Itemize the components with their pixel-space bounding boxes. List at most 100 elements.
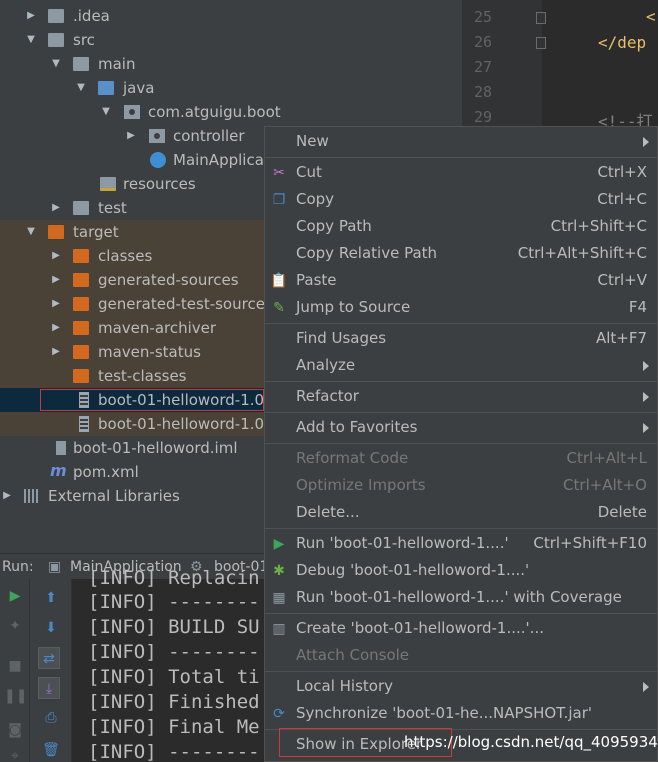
chevron-right-icon[interactable]: ▶ xyxy=(24,4,38,28)
tree-item-label: .idea xyxy=(73,7,110,25)
chevron-right-icon[interactable]: ▶ xyxy=(0,484,14,508)
menu-item-label: Find Usages xyxy=(296,329,387,347)
menu-item-shortcut: F4 xyxy=(628,298,647,316)
menu-item-cut[interactable]: ✂ Cut Ctrl+X xyxy=(265,159,657,186)
sync-icon: ⟳ xyxy=(273,706,285,722)
menu-item-label: Cut xyxy=(296,163,322,181)
line-number: 27 xyxy=(473,58,492,76)
menu-item-shortcut: Ctrl+V xyxy=(597,271,647,289)
menu-item-label: Debug 'boot-01-helloword-1....' xyxy=(296,561,530,579)
tree-item-label: resources xyxy=(123,175,196,193)
menu-item-label: Run 'boot-01-helloword-1....' with Cover… xyxy=(296,588,622,606)
menu-item-label: Copy xyxy=(296,190,335,208)
menu-item-label: Copy Relative Path xyxy=(296,244,438,262)
submenu-arrow-icon xyxy=(643,423,649,433)
chevron-right-icon[interactable]: ▶ xyxy=(49,340,63,364)
chevron-down-icon[interactable]: ▼ xyxy=(49,52,63,76)
rerun-icon[interactable]: ▶ xyxy=(4,585,26,607)
tree-item-src[interactable]: ▼ src xyxy=(0,28,462,52)
soft-wrap-icon[interactable]: ⇄ xyxy=(38,647,60,669)
jar-config-icon: ▥ xyxy=(272,621,286,637)
menu-item-label: Reformat Code xyxy=(296,449,409,467)
chevron-down-icon[interactable]: ▼ xyxy=(74,76,88,100)
line-number: 29 xyxy=(473,108,492,126)
tree-item-main[interactable]: ▼ main xyxy=(0,52,462,76)
fold-marker-icon[interactable] xyxy=(536,37,546,49)
excluded-folder-icon xyxy=(48,225,64,239)
submenu-arrow-icon xyxy=(643,137,649,147)
scroll-to-end-icon[interactable]: ⤓ xyxy=(38,677,60,699)
chevron-right-icon[interactable]: ▶ xyxy=(49,268,63,292)
tree-item-label: target xyxy=(73,223,119,241)
tree-item-package[interactable]: ▼ com.atguigu.boot xyxy=(0,100,462,124)
tree-item-label: External Libraries xyxy=(48,487,180,505)
pin-icon[interactable]: ⌖ xyxy=(4,745,26,762)
camera-icon[interactable]: ◙ xyxy=(4,719,26,741)
tree-item-java[interactable]: ▼ java xyxy=(0,76,462,100)
console-line: [INFO] -------- xyxy=(88,641,260,663)
menu-item-local-history[interactable]: Local History xyxy=(265,673,657,700)
menu-item-shortcut: Ctrl+Alt+Shift+C xyxy=(517,244,647,262)
tree-item-label: com.atguigu.boot xyxy=(148,103,281,121)
menu-item-label: Create 'boot-01-helloword-1....'... xyxy=(296,619,544,637)
menu-item-copy-relative-path[interactable]: Copy Relative Path Ctrl+Alt+Shift+C xyxy=(265,240,657,267)
submenu-arrow-icon xyxy=(643,682,649,692)
menu-item-shortcut: Ctrl+X xyxy=(597,163,647,181)
menu-item-attach-console: Attach Console xyxy=(265,642,657,669)
chevron-right-icon[interactable]: ▶ xyxy=(124,124,138,148)
trash-icon[interactable]: 🗑 xyxy=(40,739,62,761)
tree-item-label: controller xyxy=(173,127,245,145)
line-number: 26 xyxy=(473,33,492,51)
tree-item-label: boot-01-helloword-1.0 xyxy=(98,415,265,433)
menu-item-delete[interactable]: Delete... Delete xyxy=(265,499,657,526)
excluded-folder-icon xyxy=(73,249,89,263)
menu-item-analyze[interactable]: Analyze xyxy=(265,352,657,379)
menu-item-synchronize[interactable]: ⟳ Synchronize 'boot-01-he...NAPSHOT.jar' xyxy=(265,700,657,727)
package-icon xyxy=(124,105,140,119)
iml-file-icon xyxy=(56,441,66,455)
chevron-right-icon[interactable]: ▶ xyxy=(49,196,63,220)
arrow-down-icon[interactable]: ⬇ xyxy=(40,617,62,639)
chevron-down-icon[interactable]: ▼ xyxy=(24,28,38,52)
menu-item-run-coverage[interactable]: ▦ Run 'boot-01-helloword-1....' with Cov… xyxy=(265,584,657,611)
menu-item-new[interactable]: New xyxy=(265,128,657,155)
menu-item-label: Optimize Imports xyxy=(296,476,426,494)
resources-folder-icon xyxy=(100,177,116,191)
menu-item-label: Analyze xyxy=(296,356,356,374)
console-line: [INFO] Replacin xyxy=(88,567,260,589)
chevron-down-icon[interactable]: ▼ xyxy=(99,100,113,124)
menu-item-create[interactable]: ▥ Create 'boot-01-helloword-1....'... xyxy=(265,615,657,642)
menu-item-copy[interactable]: ❐ Copy Ctrl+C xyxy=(265,186,657,213)
chevron-right-icon[interactable]: ▶ xyxy=(49,316,63,340)
tree-item-label: java xyxy=(123,79,155,97)
chevron-right-icon[interactable]: ▶ xyxy=(49,244,63,268)
menu-item-add-to-favorites[interactable]: Add to Favorites xyxy=(265,414,657,441)
arrow-up-icon[interactable]: ⬆ xyxy=(40,587,62,609)
console-line: [INFO] BUILD SU xyxy=(88,616,260,638)
menu-item-paste[interactable]: 📋 Paste Ctrl+V xyxy=(265,267,657,294)
tree-item-idea[interactable]: ▶ .idea xyxy=(0,4,462,28)
code-editor[interactable]: 25 26 27 28 29 < </dep <!--打 xyxy=(462,0,658,131)
line-number: 28 xyxy=(473,83,492,101)
menu-item-copy-path[interactable]: Copy Path Ctrl+Shift+C xyxy=(265,213,657,240)
submenu-arrow-icon xyxy=(643,361,649,371)
menu-item-run[interactable]: ▶ Run 'boot-01-helloword-1....' Ctrl+Shi… xyxy=(265,530,657,557)
print-icon[interactable]: ⎙ xyxy=(40,707,62,729)
menu-separator xyxy=(265,613,657,614)
console-line: [INFO] Finished xyxy=(88,691,260,713)
chevron-right-icon[interactable]: ▶ xyxy=(49,292,63,316)
menu-item-label: Paste xyxy=(296,271,337,289)
chevron-down-icon[interactable]: ▼ xyxy=(24,220,38,244)
menu-separator xyxy=(265,323,657,324)
stop-icon[interactable]: ■ xyxy=(4,655,26,677)
pause-icon[interactable]: ❚❚ xyxy=(4,685,27,707)
menu-item-jump-to-source[interactable]: ✎ Jump to Source F4 xyxy=(265,294,657,321)
debug-icon[interactable]: ✦ xyxy=(4,615,26,637)
menu-item-find-usages[interactable]: Find Usages Alt+F7 xyxy=(265,325,657,352)
fold-marker-icon[interactable] xyxy=(536,12,546,24)
menu-item-debug[interactable]: ✱ Debug 'boot-01-helloword-1....' xyxy=(265,557,657,584)
console-line: [INFO] Total ti xyxy=(88,666,260,688)
jar-icon xyxy=(79,416,89,432)
run-icon: ▶ xyxy=(273,536,285,552)
menu-item-refactor[interactable]: Refactor xyxy=(265,383,657,410)
